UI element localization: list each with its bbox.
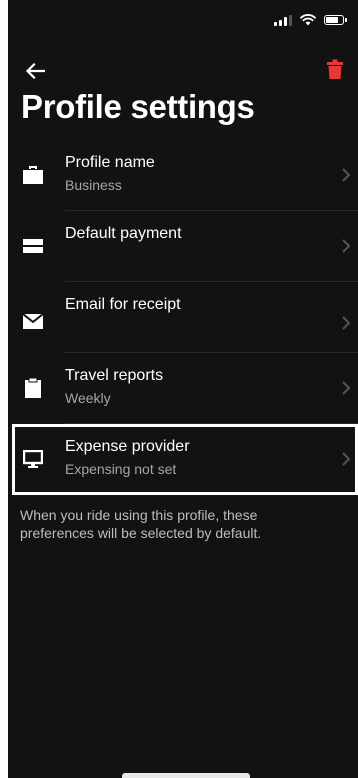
setting-label: Default payment <box>65 225 182 242</box>
setting-label: Expense provider <box>65 438 190 455</box>
setting-default-payment[interactable]: Default payment <box>8 211 358 282</box>
chevron-right-icon <box>342 239 351 253</box>
settings-list: Profile name Business Default payment Em… <box>8 140 358 495</box>
page-title: Profile settings <box>21 88 255 125</box>
setting-expense-provider[interactable]: Expense provider Expensing not set <box>12 424 358 495</box>
briefcase-icon <box>22 164 44 186</box>
signal-icon <box>274 14 292 26</box>
credit-card-icon <box>22 235 44 257</box>
back-button[interactable] <box>22 58 48 84</box>
chevron-right-icon <box>342 168 351 182</box>
chevron-right-icon <box>342 452 351 466</box>
setting-travel-reports[interactable]: Travel reports Weekly <box>8 353 358 424</box>
trash-icon <box>327 59 343 79</box>
arrow-left-icon <box>25 63 45 79</box>
chevron-right-icon <box>342 316 351 330</box>
setting-email-for-receipt[interactable]: Email for receipt <box>8 282 358 353</box>
battery-icon <box>324 15 347 25</box>
phone-screen: Profile settings Profile name Business D… <box>8 0 358 778</box>
wifi-icon <box>300 14 316 26</box>
setting-label: Email for receipt <box>65 296 181 313</box>
monitor-icon <box>22 448 44 470</box>
setting-label: Travel reports <box>65 367 164 384</box>
setting-value: Business <box>65 177 122 193</box>
home-indicator[interactable] <box>122 773 250 778</box>
delete-profile-button[interactable] <box>322 56 348 82</box>
setting-label: Profile name <box>65 154 155 171</box>
setting-value: Expensing not set <box>65 461 177 477</box>
setting-profile-name[interactable]: Profile name Business <box>8 140 358 211</box>
chevron-right-icon <box>342 381 351 395</box>
envelope-icon <box>22 310 44 332</box>
clipboard-icon <box>22 377 44 399</box>
setting-value: Weekly <box>65 390 111 406</box>
footer-note: When you ride using this profile, these … <box>20 507 262 541</box>
status-bar <box>274 14 347 26</box>
